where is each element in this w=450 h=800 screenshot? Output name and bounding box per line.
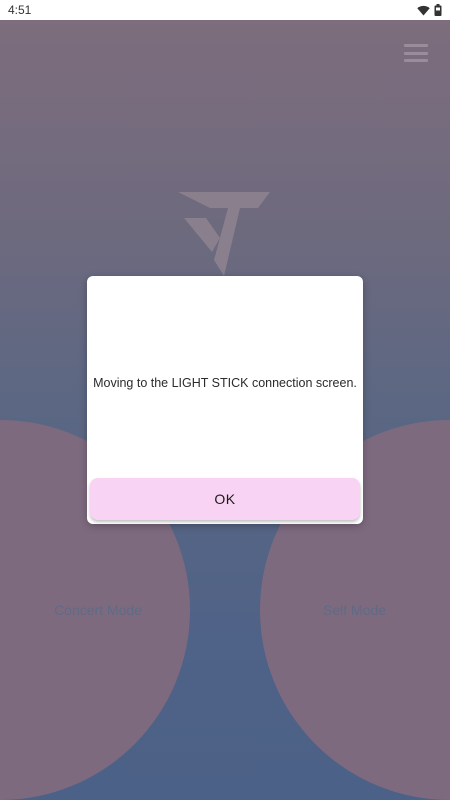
wifi-icon (417, 5, 430, 15)
status-bar: 4:51 (0, 0, 450, 20)
ok-button[interactable]: OK (90, 478, 360, 520)
status-time: 4:51 (8, 3, 32, 17)
battery-icon (434, 4, 442, 16)
status-icons (417, 4, 442, 16)
connection-dialog: Moving to the LIGHT STICK connection scr… (87, 276, 363, 524)
dialog-message: Moving to the LIGHT STICK connection scr… (93, 376, 357, 390)
